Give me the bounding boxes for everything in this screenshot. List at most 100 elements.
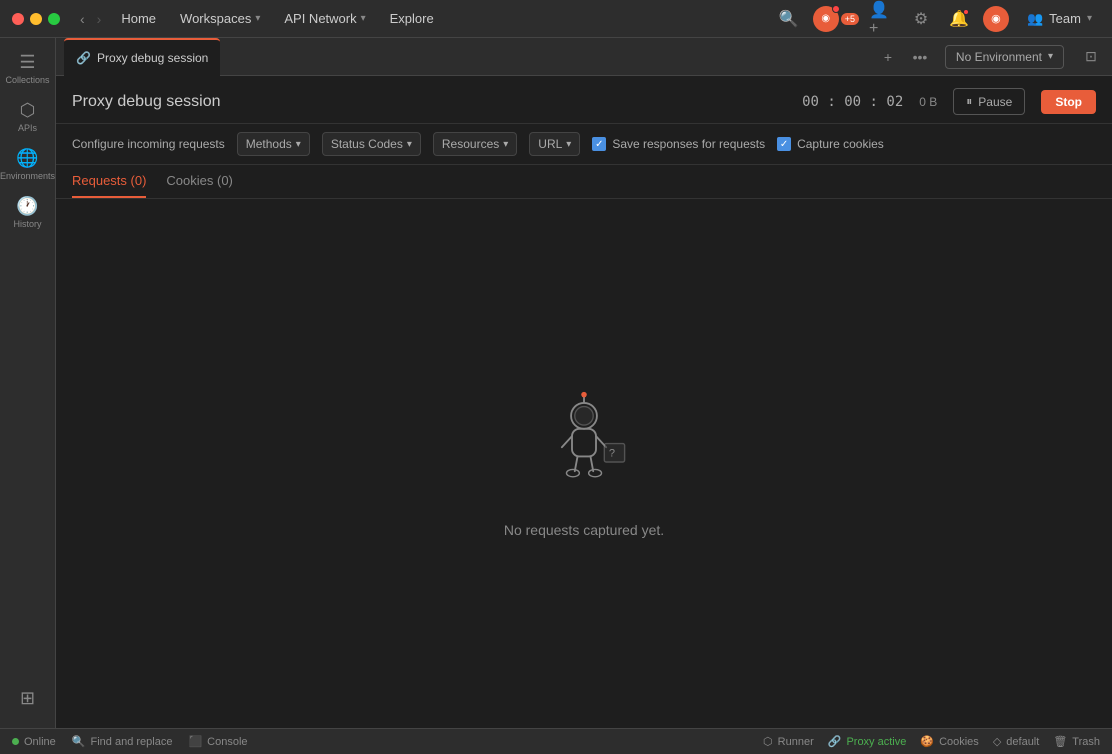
- url-chevron-icon: ▾: [566, 139, 571, 150]
- env-icon: ◇: [993, 735, 1001, 748]
- environment-selector[interactable]: No Environment ▾: [945, 45, 1064, 69]
- status-codes-dropdown[interactable]: Status Codes ▾: [322, 132, 421, 156]
- trash-label: Trash: [1072, 736, 1100, 748]
- user-avatar[interactable]: ◉: [813, 6, 839, 32]
- configure-link[interactable]: Configure incoming requests: [72, 137, 225, 151]
- sidebar-item-collections[interactable]: ☰ Collections: [6, 46, 50, 90]
- methods-chevron-icon: ▾: [296, 139, 301, 150]
- titlebar: ‹ › Home Workspaces ▾ API Network ▾ Expl…: [0, 0, 1112, 38]
- titlebar-right: 🔍 ◉ +5 👤+ ⚙ 🔔 ◉ 👥 Team ▾: [775, 5, 1100, 33]
- check-icon-2: ✓: [780, 139, 788, 150]
- history-icon: 🕐: [16, 196, 38, 217]
- maximize-button[interactable]: [48, 13, 60, 25]
- minimize-button[interactable]: [30, 13, 42, 25]
- resources-chevron-icon: ▾: [503, 139, 508, 150]
- proxy-icon: 🔗: [828, 735, 842, 748]
- content-tabs: Requests (0) Cookies (0): [56, 165, 1112, 199]
- api-network-chevron-icon: ▾: [361, 13, 366, 24]
- console-icon: ⬛: [188, 735, 202, 748]
- console-button[interactable]: ⬛ Console: [188, 735, 247, 748]
- notifications-icon[interactable]: 🔔: [945, 5, 973, 33]
- resources-dropdown[interactable]: Resources ▾: [433, 132, 517, 156]
- team-chevron-icon: ▾: [1087, 13, 1092, 24]
- main-avatar[interactable]: ◉: [983, 6, 1009, 32]
- collections-icon: ☰: [19, 52, 35, 73]
- proxy-label: Proxy active: [846, 736, 906, 748]
- runner-button[interactable]: ⬡ Runner: [763, 735, 814, 748]
- pause-button[interactable]: ⏸ Pause: [953, 88, 1025, 115]
- url-dropdown[interactable]: URL ▾: [529, 132, 580, 156]
- settings-icon[interactable]: ⚙: [907, 5, 935, 33]
- proxy-active-status[interactable]: 🔗 Proxy active: [828, 735, 907, 748]
- extensions-icon: ⊞: [20, 688, 35, 709]
- tab-actions: + ••• No Environment ▾ ⊡: [875, 44, 1104, 70]
- svg-text:?: ?: [609, 447, 615, 459]
- nav-home[interactable]: Home: [113, 7, 164, 30]
- environments-icon: 🌐: [16, 148, 38, 169]
- statusbar: Online 🔍 Find and replace ⬛ Console ⬡ Ru…: [0, 728, 1112, 754]
- stop-button[interactable]: Stop: [1041, 90, 1096, 114]
- sidebar-item-apis[interactable]: ⬡ APIs: [6, 94, 50, 138]
- empty-message: No requests captured yet.: [504, 522, 664, 538]
- default-label: default: [1006, 736, 1039, 748]
- proxy-tab-icon: 🔗: [76, 51, 91, 65]
- team-button[interactable]: 👥 Team ▾: [1019, 7, 1100, 31]
- more-options-button[interactable]: •••: [907, 44, 933, 70]
- empty-state: ? No requests captured yet.: [56, 199, 1112, 728]
- runner-label: Runner: [778, 736, 814, 748]
- bell-dot: [963, 9, 969, 15]
- capture-cookies-checkbox-group: ✓ Capture cookies: [777, 137, 884, 151]
- nav-api-network[interactable]: API Network ▾: [276, 7, 373, 30]
- close-button[interactable]: [12, 13, 24, 25]
- sidebar-bottom: ⊞: [6, 676, 50, 720]
- sidebar-item-environments[interactable]: 🌐 Environments: [6, 142, 50, 186]
- default-environment[interactable]: ◇ default: [993, 735, 1040, 748]
- find-replace-label: Find and replace: [91, 736, 173, 748]
- trash-button[interactable]: 🗑 Trash: [1053, 735, 1100, 748]
- console-label: Console: [207, 736, 247, 748]
- empty-illustration: ?: [524, 390, 644, 510]
- add-user-icon[interactable]: 👤+: [869, 5, 897, 33]
- save-responses-checkbox[interactable]: ✓: [592, 137, 606, 151]
- apis-icon: ⬡: [20, 100, 36, 121]
- sidebar: ☰ Collections ⬡ APIs 🌐 Environments 🕐 Hi…: [0, 38, 56, 728]
- capture-cookies-label[interactable]: Capture cookies: [797, 137, 884, 151]
- search-icon[interactable]: 🔍: [775, 5, 803, 33]
- main-layout: ☰ Collections ⬡ APIs 🌐 Environments 🕐 Hi…: [0, 38, 1112, 728]
- nav-explore[interactable]: Explore: [382, 7, 442, 30]
- layout-toggle-icon[interactable]: ⊡: [1078, 44, 1104, 70]
- save-responses-checkbox-group: ✓ Save responses for requests: [592, 137, 765, 151]
- sidebar-item-extensions[interactable]: ⊞: [6, 676, 50, 720]
- online-status[interactable]: Online: [12, 736, 56, 748]
- tab-requests[interactable]: Requests (0): [72, 165, 146, 198]
- sidebar-collections-label: Collections: [5, 75, 49, 85]
- online-label: Online: [24, 736, 56, 748]
- save-responses-label[interactable]: Save responses for requests: [612, 137, 765, 151]
- timer-area: 00 : 00 : 02 0 B ⏸ Pause Stop: [802, 88, 1096, 115]
- nav-workspaces[interactable]: Workspaces ▾: [172, 7, 268, 30]
- traffic-lights: [12, 13, 60, 25]
- methods-dropdown[interactable]: Methods ▾: [237, 132, 310, 156]
- size-display: 0 B: [919, 95, 937, 109]
- page-title: Proxy debug session: [72, 93, 221, 111]
- filter-bar: Configure incoming requests Methods ▾ St…: [56, 124, 1112, 165]
- tab-cookies[interactable]: Cookies (0): [166, 165, 232, 198]
- cookies-button[interactable]: 🍪 Cookies: [920, 735, 978, 748]
- find-replace-icon: 🔍: [72, 735, 86, 748]
- timer-display: 00 : 00 : 02: [802, 94, 903, 110]
- sidebar-item-history[interactable]: 🕐 History: [6, 190, 50, 234]
- find-replace-button[interactable]: 🔍 Find and replace: [72, 735, 173, 748]
- status-codes-chevron-icon: ▾: [407, 139, 412, 150]
- capture-cookies-checkbox[interactable]: ✓: [777, 137, 791, 151]
- new-tab-button[interactable]: +: [875, 44, 901, 70]
- proxy-debug-tab[interactable]: 🔗 Proxy debug session: [64, 38, 220, 76]
- back-icon[interactable]: ‹: [76, 9, 89, 29]
- trash-icon: 🗑: [1053, 735, 1067, 748]
- status-right: ⬡ Runner 🔗 Proxy active 🍪 Cookies ◇ defa…: [763, 735, 1100, 748]
- sidebar-apis-label: APIs: [18, 123, 37, 133]
- team-icon: 👥: [1027, 11, 1043, 27]
- notification-badge: +5: [841, 13, 859, 25]
- sidebar-history-label: History: [13, 219, 41, 229]
- forward-icon[interactable]: ›: [93, 9, 106, 29]
- workspaces-chevron-icon: ▾: [255, 13, 260, 24]
